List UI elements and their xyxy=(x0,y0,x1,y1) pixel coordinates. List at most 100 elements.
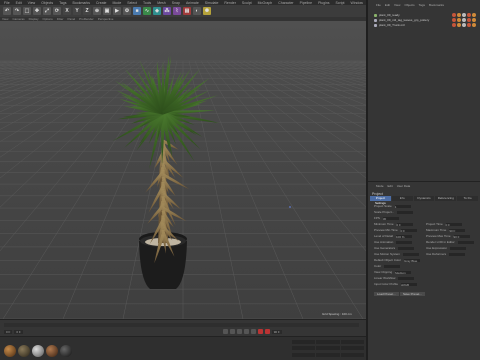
material-tag-icon[interactable] xyxy=(452,13,456,17)
material-swatch[interactable] xyxy=(46,345,58,357)
coord-field[interactable] xyxy=(292,346,316,351)
render-icon[interactable]: ▶ xyxy=(113,7,121,15)
menu-item-simulate[interactable]: Simulate xyxy=(205,1,219,5)
menu-item-file[interactable]: File xyxy=(4,1,10,5)
om-menu-view[interactable]: View xyxy=(394,3,400,8)
menu-item-render[interactable]: Render xyxy=(224,1,235,5)
render-settings-icon[interactable]: ⚙ xyxy=(123,7,131,15)
material-tag-icon[interactable] xyxy=(452,23,456,27)
yucca-plant[interactable] xyxy=(112,55,221,289)
preset-button[interactable]: Save Preset... xyxy=(400,292,425,296)
menu-item-create[interactable]: Create xyxy=(96,1,107,5)
attribute-value[interactable]: 30 xyxy=(382,216,399,221)
select-icon[interactable]: ⬚ xyxy=(23,7,31,15)
array-icon[interactable]: ⁂ xyxy=(163,7,171,15)
object-tags[interactable] xyxy=(452,13,476,17)
material-tag-icon[interactable] xyxy=(472,18,476,22)
menu-item-select[interactable]: Select xyxy=(127,1,137,5)
material-tag-icon[interactable] xyxy=(452,18,456,22)
attribute-value[interactable]: Gray Blue xyxy=(404,258,421,263)
frame-current-field[interactable]: 0 F xyxy=(14,329,23,334)
am-menu-user-data[interactable]: User Data xyxy=(397,184,411,189)
attribute-value[interactable]: 90 F xyxy=(453,234,470,239)
menu-item-tags[interactable]: Tags xyxy=(59,1,66,5)
attribute-value[interactable]: 1 xyxy=(394,204,411,209)
nurbs-icon[interactable]: ◈ xyxy=(153,7,161,15)
attribute-value[interactable] xyxy=(398,246,415,250)
attribute-value[interactable]: Medium xyxy=(395,270,412,275)
viewport[interactable]: Grid Spacing : 100 cm xyxy=(0,21,366,319)
attribute-value[interactable]: 0 F xyxy=(396,222,413,227)
attribute-value[interactable]: 0 F xyxy=(400,228,417,233)
next-frame-icon[interactable] xyxy=(243,329,249,334)
om-menu-objects[interactable]: Objects xyxy=(404,3,414,8)
om-menu-bookmarks[interactable]: Bookmarks xyxy=(429,3,444,8)
menu-item-objects[interactable]: Objects xyxy=(41,1,53,5)
attribute-value[interactable] xyxy=(396,240,413,244)
menu-item-mesh[interactable]: Mesh xyxy=(157,1,166,5)
timeline[interactable]: 0 F 0 F 90 F xyxy=(0,319,366,336)
attribute-value[interactable] xyxy=(384,264,401,268)
material-tag-icon[interactable] xyxy=(467,23,471,27)
material-tag-icon[interactable] xyxy=(457,18,461,22)
deformer-icon[interactable]: ⌇ xyxy=(173,7,181,15)
attribute-value[interactable]: 0 F xyxy=(445,222,462,227)
material-tag-icon[interactable] xyxy=(472,23,476,27)
preset-button[interactable]: Load Preset... xyxy=(374,292,399,296)
attribute-value[interactable]: 90 F xyxy=(449,228,466,233)
tab-to-do[interactable]: To Do xyxy=(457,196,478,201)
object-tags[interactable] xyxy=(452,23,476,27)
material-tag-icon[interactable] xyxy=(462,13,466,17)
menu-item-script[interactable]: Script xyxy=(336,1,345,5)
material-swatch[interactable] xyxy=(4,345,16,357)
om-menu-tags[interactable]: Tags xyxy=(419,3,425,8)
coord-field[interactable] xyxy=(292,352,316,357)
material-tag-icon[interactable] xyxy=(462,23,466,27)
prev-frame-icon[interactable] xyxy=(229,329,235,334)
attribute-value[interactable] xyxy=(398,276,415,280)
attribute-value[interactable] xyxy=(397,210,414,214)
menu-item-snap[interactable]: Snap xyxy=(172,1,180,5)
camera-icon[interactable]: ◐ xyxy=(193,7,201,15)
material-tag-icon[interactable] xyxy=(467,13,471,17)
render-view-icon[interactable]: ▣ xyxy=(103,7,111,15)
axis-x-button[interactable]: X xyxy=(63,7,71,15)
om-menu-edit[interactable]: Edit xyxy=(385,3,390,8)
material-tag-icon[interactable] xyxy=(457,23,461,27)
menu-item-character[interactable]: Character xyxy=(278,1,293,5)
goto-start-icon[interactable] xyxy=(222,329,228,334)
undo-icon[interactable]: ↶ xyxy=(3,7,11,15)
menu-item-animate[interactable]: Animate xyxy=(186,1,199,5)
frame-start-field[interactable]: 0 F xyxy=(4,329,13,334)
coord-field[interactable] xyxy=(316,346,340,351)
redo-icon[interactable]: ↷ xyxy=(13,7,21,15)
attribute-value[interactable] xyxy=(403,252,420,256)
material-tag-icon[interactable] xyxy=(472,13,476,17)
tab-project-settings[interactable]: Project Settings xyxy=(370,196,391,205)
play-icon[interactable] xyxy=(236,329,242,334)
am-menu-mode[interactable]: Mode xyxy=(376,184,384,189)
attribute-value[interactable] xyxy=(450,246,467,250)
menu-item-mode[interactable]: Mode xyxy=(113,1,122,5)
material-swatch[interactable] xyxy=(60,345,72,357)
spline-icon[interactable]: ∿ xyxy=(143,7,151,15)
material-tag-icon[interactable] xyxy=(457,13,461,17)
coord-field[interactable] xyxy=(340,346,364,351)
panel-divider[interactable] xyxy=(368,181,480,182)
am-menu-edit[interactable]: Edit xyxy=(388,184,393,189)
rotate-icon[interactable]: ⟳ xyxy=(53,7,61,15)
menu-item-bookmarks[interactable]: Bookmarks xyxy=(72,1,90,5)
menu-item-plugins[interactable]: Plugins xyxy=(318,1,329,5)
object-row[interactable]: plant_09_Trunk.mtl xyxy=(374,23,405,27)
menu-item-pipeline[interactable]: Pipeline xyxy=(300,1,312,5)
om-menu-file[interactable]: File xyxy=(376,3,381,8)
tab-info[interactable]: Info xyxy=(391,196,413,201)
record-icon[interactable] xyxy=(257,329,263,334)
coord-field[interactable] xyxy=(316,340,340,344)
menu-item-sculpt[interactable]: Sculpt xyxy=(242,1,252,5)
scene-icon[interactable]: ▤ xyxy=(183,7,191,15)
object-tags[interactable] xyxy=(452,18,476,22)
attribute-value[interactable] xyxy=(449,252,466,256)
material-swatch[interactable] xyxy=(32,345,44,357)
material-tag-icon[interactable] xyxy=(467,18,471,22)
